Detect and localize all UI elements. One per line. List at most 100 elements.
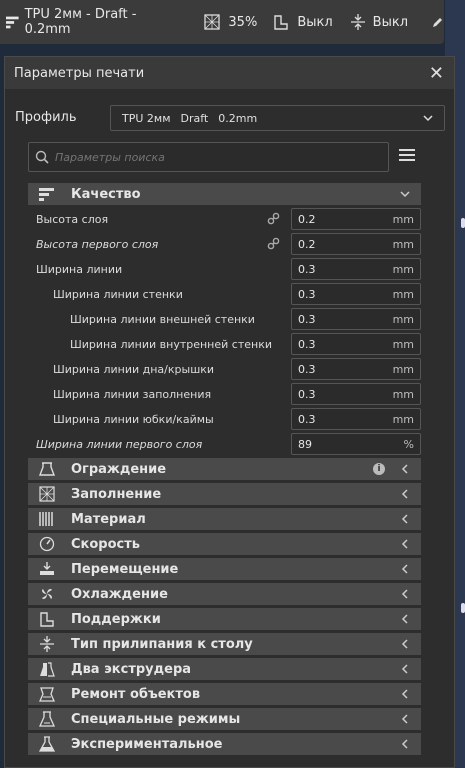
setting-unit: mm (392, 338, 414, 351)
setting-value-field[interactable]: 0.3 mm (291, 283, 421, 305)
chevron-left-icon (401, 564, 408, 574)
category-travel[interactable]: Перемещение (28, 558, 421, 581)
category-label: Тип прилипания к столу (71, 637, 253, 652)
link-icon[interactable] (267, 212, 280, 225)
setting-value: 89 (298, 438, 312, 451)
profile-dropdown[interactable]: TPU 2мм Draft 0.2mm (110, 105, 445, 131)
chevron-left-icon (401, 639, 408, 649)
profile-summary[interactable]: TPU 2мм - Draft - 0.2mm (6, 0, 170, 44)
material-icon (39, 512, 53, 526)
setting-unit: mm (392, 313, 414, 326)
setting-label: Ширина линии юбки/каймы (53, 413, 214, 426)
search-input[interactable] (53, 149, 377, 165)
close-icon[interactable]: ✕ (429, 63, 444, 84)
category-label: Заполнение (71, 487, 162, 502)
category-mesh-fixes[interactable]: Ремонт объектов (28, 683, 421, 706)
category-dual-extrusion[interactable]: Два экструдера (28, 658, 421, 681)
adhesion-icon (40, 636, 54, 652)
setting-value-field[interactable]: 0.3 mm (291, 408, 421, 430)
category-shell[interactable]: Ограждение i (28, 458, 421, 481)
category-infill[interactable]: Заполнение (28, 483, 421, 506)
setting-value: 0.3 (298, 338, 316, 351)
profile-summary-label: TPU 2мм - Draft - 0.2mm (24, 7, 137, 37)
setting-value: 0.3 (298, 413, 316, 426)
setting-label: Ширина линии дна/крышки (53, 363, 215, 376)
category-quality[interactable]: Качество (28, 183, 421, 206)
setting-unit: % (403, 438, 414, 451)
menu-icon-line (399, 154, 415, 156)
chevron-down-icon (400, 191, 410, 198)
support-value: Выкл (297, 14, 333, 30)
chevron-left-icon (401, 714, 408, 724)
print-setup-bar[interactable]: TPU 2мм - Draft - 0.2mm 35% Выкл Выкл (0, 0, 444, 44)
infill-summary[interactable]: 35% (204, 0, 257, 44)
category-label: Ремонт объектов (71, 687, 201, 702)
link-icon[interactable] (267, 237, 280, 250)
setting-value-field[interactable]: 0.2 mm (291, 233, 421, 255)
chevron-left-icon (401, 489, 408, 499)
category-special-modes[interactable]: Специальные режимы (28, 708, 421, 731)
quality-icon (39, 188, 54, 201)
dual-extrusion-icon (40, 662, 55, 677)
profile-label: Профиль (15, 110, 77, 125)
category-label: Охлаждение (71, 587, 168, 602)
chevron-left-icon (401, 589, 408, 599)
infill-icon (204, 14, 221, 30)
setting-line-width: Ширина линии 0.3 mm (28, 257, 421, 282)
setting-unit: mm (392, 363, 414, 376)
info-icon[interactable]: i (373, 463, 385, 475)
setting-value-field[interactable]: 0.3 mm (291, 308, 421, 330)
menu-icon-line (399, 149, 415, 151)
support-icon (40, 612, 54, 627)
infill-icon (39, 486, 55, 502)
category-material[interactable]: Материал (28, 508, 421, 531)
setting-value-field[interactable]: 0.3 mm (291, 258, 421, 280)
support-summary[interactable]: Выкл (273, 0, 333, 44)
setting-value-field[interactable]: 0.2 mm (291, 208, 421, 230)
setting-unit: mm (392, 288, 414, 301)
adhesion-summary[interactable]: Выкл (350, 0, 408, 44)
cooling-icon (42, 589, 52, 599)
search-icon (35, 150, 49, 164)
speed-icon (39, 536, 55, 552)
pencil-icon (433, 18, 442, 27)
category-label: Качество (71, 187, 141, 202)
setting-unit: mm (392, 263, 414, 276)
viewport-marker (461, 603, 465, 613)
settings-visibility-menu-button[interactable] (399, 149, 415, 163)
panel-title: Параметры печати (14, 65, 145, 81)
setting-value-field[interactable]: 89 % (291, 433, 421, 455)
setting-inner-wall-line-width: Ширина линии внутренней стенки 0.3 mm (28, 332, 421, 357)
chevron-left-icon (401, 614, 408, 624)
setting-unit: mm (392, 413, 414, 426)
setting-label: Высота первого слоя (36, 238, 159, 251)
category-cooling[interactable]: Охлаждение (28, 583, 421, 606)
setting-unit: mm (392, 238, 414, 251)
shell-icon (38, 462, 56, 476)
menu-icon-line (399, 159, 415, 161)
chevron-left-icon (401, 739, 408, 749)
category-label: Поддержки (71, 612, 161, 627)
setting-skirt-brim-line-width: Ширина линии юбки/каймы 0.3 mm (28, 407, 421, 432)
chevron-left-icon (401, 464, 408, 474)
setting-value: 0.3 (298, 288, 316, 301)
setting-value-field[interactable]: 0.3 mm (291, 358, 421, 380)
setting-initial-layer-line-width: Ширина линии первого слоя 89 % (28, 432, 421, 457)
chevron-left-icon (401, 514, 408, 524)
setting-value: 0.2 (298, 238, 316, 251)
category-adhesion[interactable]: Тип прилипания к столу (28, 633, 421, 656)
settings-search[interactable] (28, 142, 389, 172)
setting-value-field[interactable]: 0.3 mm (291, 333, 421, 355)
category-support[interactable]: Поддержки (28, 608, 421, 631)
setting-label: Ширина линии внутренней стенки (70, 338, 272, 351)
experimental-icon (38, 736, 56, 752)
profile-layer: 0.2mm (218, 111, 258, 125)
setting-unit: mm (392, 388, 414, 401)
setting-value: 0.3 (298, 263, 316, 276)
setting-value-field[interactable]: 0.3 mm (291, 383, 421, 405)
setting-label: Ширина линии (36, 263, 123, 276)
edit-button[interactable] (432, 0, 444, 44)
category-experimental[interactable]: Экспериментальное (28, 733, 421, 756)
category-speed[interactable]: Скорость (28, 533, 421, 556)
category-label: Специальные режимы (71, 712, 241, 727)
